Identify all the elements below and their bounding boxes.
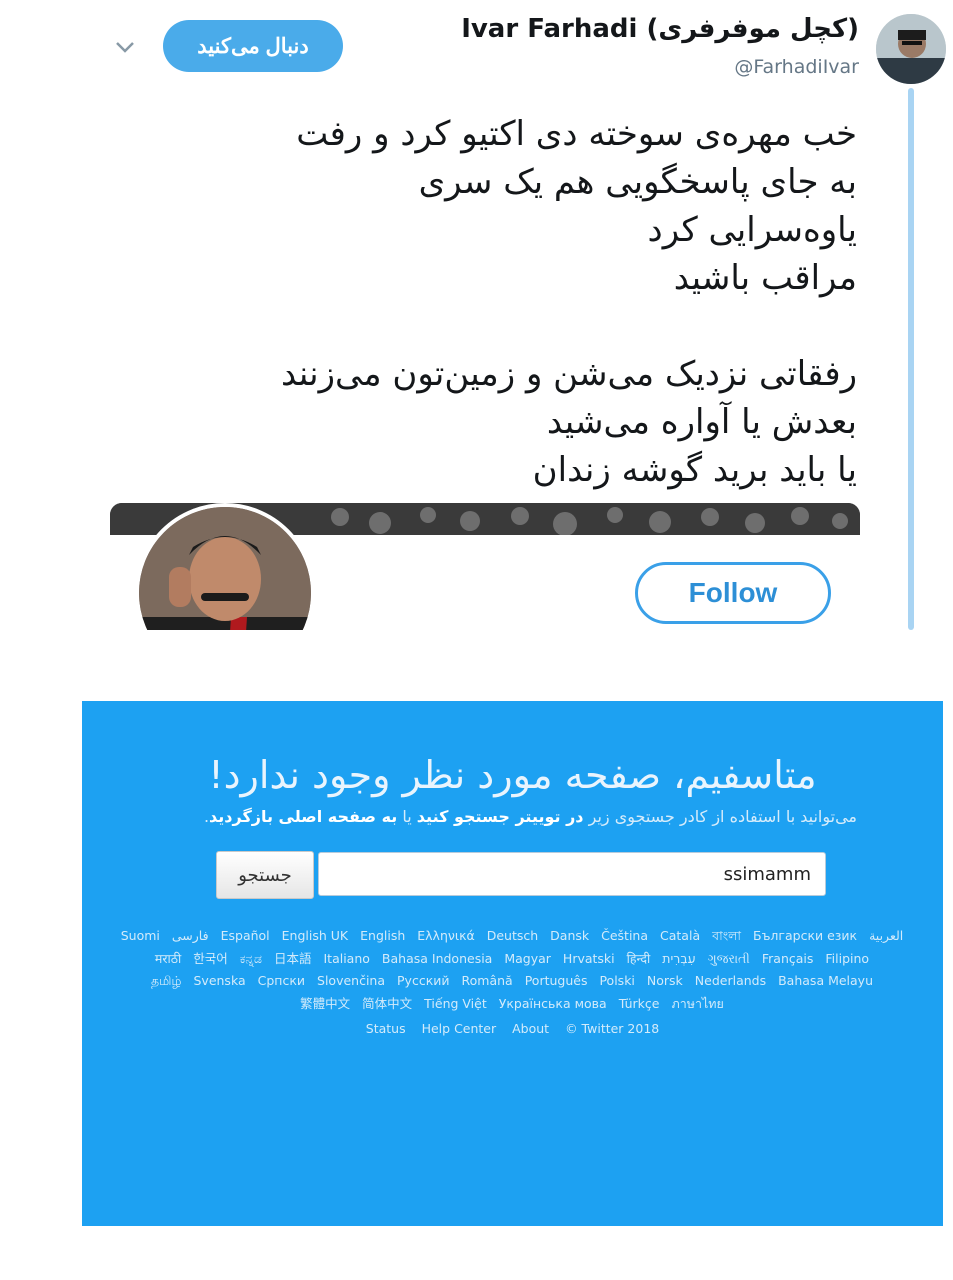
- language-link[interactable]: Filipino: [825, 948, 869, 971]
- language-link[interactable]: Українська мова: [499, 993, 607, 1016]
- tweet-line: به جای پاسخگویی هم یک سری: [418, 162, 857, 202]
- tweet-line: یاوه‌سرایی کرد: [647, 210, 857, 250]
- copyright-text: © Twitter 2018: [565, 1021, 660, 1036]
- tweet: Ivar Farhadi (کچل موفرفری) @FarhadiIvar …: [0, 0, 953, 640]
- error-subtitle: می‌توانید با استفاده از کادر جستجوی زیر …: [203, 807, 857, 826]
- language-link[interactable]: Română: [462, 970, 513, 993]
- language-link[interactable]: Türkçe: [619, 993, 660, 1016]
- language-link[interactable]: Italiano: [323, 948, 369, 971]
- language-link[interactable]: हिन्दी: [627, 948, 651, 971]
- thread-rail: [908, 88, 914, 630]
- author-handle[interactable]: @FarhadiIvar: [734, 56, 859, 78]
- language-row: Suomi فارسی Español English UK English Ελληνι…: [112, 925, 912, 948]
- search-input[interactable]: [318, 852, 826, 896]
- author-display-name[interactable]: Ivar Farhadi (کچل موفرفری): [461, 14, 859, 44]
- footer-links: Status Help Center About © Twitter 2018: [82, 1021, 943, 1036]
- subtitle-text: می‌توانید با استفاده از کادر جستجوی زیر: [588, 807, 857, 826]
- error-title: متاسفیم، صفحه مورد نظر وجود ندارد!: [208, 753, 817, 797]
- search-twitter-link[interactable]: در توییتر جستجو کنید: [417, 807, 584, 826]
- language-link[interactable]: 日本語: [274, 948, 312, 971]
- language-link[interactable]: Magyar: [504, 948, 551, 971]
- language-link[interactable]: Български език: [753, 925, 857, 948]
- about-link[interactable]: About: [512, 1021, 549, 1036]
- language-link[interactable]: English UK: [282, 925, 348, 948]
- chevron-down-icon[interactable]: [114, 38, 136, 56]
- language-link[interactable]: Español: [221, 925, 270, 948]
- follow-button[interactable]: Follow: [635, 562, 831, 624]
- home-link[interactable]: به صفحه اصلی بازگردید: [209, 807, 397, 826]
- subtitle-or: یا: [402, 807, 412, 826]
- language-link[interactable]: Slovenčina: [317, 970, 385, 993]
- language-row: 繁體中文 简体中文 Tiếng Việt Українська мова Türkçe ภ…: [112, 993, 912, 1016]
- language-link[interactable]: 简体中文: [362, 993, 412, 1016]
- tweet-line: بعدش یا آواره می‌شید: [546, 402, 857, 442]
- language-link[interactable]: Dansk: [550, 925, 589, 948]
- tweet-line: خب مهره‌ی سوخته دی اکتیو کرد و رفت: [296, 114, 857, 154]
- tweet-line: مراقب باشید: [673, 258, 857, 298]
- language-link[interactable]: ಕನ್ನಡ: [240, 948, 262, 971]
- language-link[interactable]: Русский: [397, 970, 449, 993]
- language-link[interactable]: Norsk: [647, 970, 683, 993]
- profile-card[interactable]: Follow: [110, 503, 860, 630]
- language-link[interactable]: Português: [525, 970, 588, 993]
- language-link[interactable]: Hrvatski: [563, 948, 615, 971]
- language-link[interactable]: العربية: [869, 925, 903, 948]
- error-page: متاسفیم، صفحه مورد نظر وجود ندارد! می‌تو…: [82, 701, 943, 1226]
- language-row: தமிழ் Svenska Српски Slovenčina Русский Român…: [112, 970, 912, 993]
- language-link[interactable]: Deutsch: [487, 925, 538, 948]
- language-link[interactable]: 한국어: [193, 948, 228, 971]
- language-link[interactable]: मराठी: [155, 948, 181, 971]
- language-link[interactable]: Ελληνικά: [417, 925, 474, 948]
- language-link[interactable]: Српски: [258, 970, 305, 993]
- language-link[interactable]: Polski: [599, 970, 634, 993]
- language-link[interactable]: فارسی: [172, 925, 209, 948]
- language-link[interactable]: Français: [762, 948, 814, 971]
- language-row: मराठी 한국어 ಕನ್ನಡ 日本語 Italiano Bahasa Indonesia…: [112, 948, 912, 971]
- help-center-link[interactable]: Help Center: [422, 1021, 497, 1036]
- language-link[interactable]: বাংলা: [712, 925, 741, 948]
- language-link[interactable]: 繁體中文: [300, 993, 350, 1016]
- language-link[interactable]: Bahasa Indonesia: [382, 948, 492, 971]
- language-link[interactable]: தமிழ்: [151, 970, 182, 993]
- language-link[interactable]: Català: [660, 925, 700, 948]
- status-link[interactable]: Status: [366, 1021, 406, 1036]
- language-link[interactable]: ગુજરાતી: [708, 948, 750, 971]
- tweet-text: خب مهره‌ی سوخته دی اکتیو کرد و رفت به جا…: [137, 110, 857, 494]
- author-avatar[interactable]: [876, 14, 946, 84]
- language-link[interactable]: Tiếng Việt: [424, 993, 487, 1016]
- search-button[interactable]: جستجو: [216, 851, 314, 899]
- language-link[interactable]: עִבְרִית: [662, 948, 695, 971]
- language-link[interactable]: Svenska: [193, 970, 245, 993]
- language-link[interactable]: Bahasa Melayu: [778, 970, 873, 993]
- language-link[interactable]: Suomi: [121, 925, 160, 948]
- following-button[interactable]: دنبال می‌کنید: [163, 20, 343, 72]
- language-link[interactable]: Čeština: [601, 925, 648, 948]
- language-link[interactable]: Nederlands: [695, 970, 766, 993]
- language-link[interactable]: ภาษาไทย: [671, 993, 723, 1016]
- tweet-line: رفقاتی نزدیک می‌شن و زمین‌تون می‌زنند: [281, 354, 857, 394]
- language-list: Suomi فارسی Español English UK English Ελληνι…: [112, 925, 912, 1015]
- tweet-line: یا باید برید گوشه زندان: [532, 450, 857, 490]
- language-link[interactable]: English: [360, 925, 405, 948]
